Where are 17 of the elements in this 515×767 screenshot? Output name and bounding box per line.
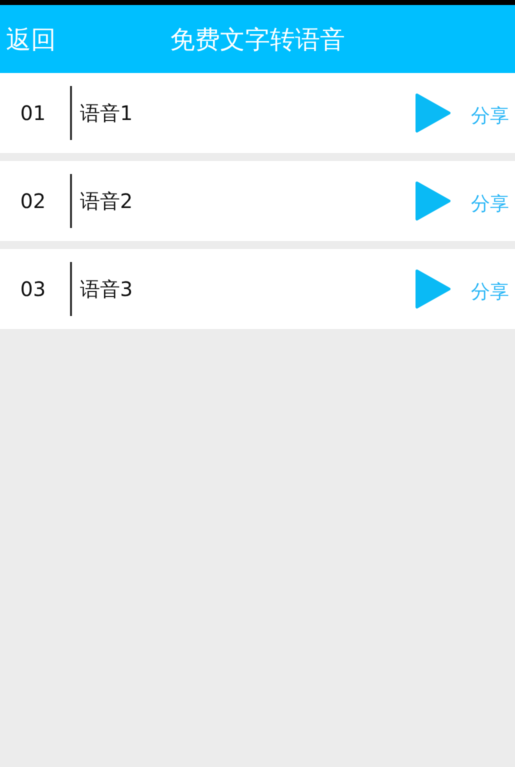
share-link[interactable]: 分享 [471,103,515,129]
item-name: 语音2 [80,188,134,214]
item-number: 02 [19,189,47,213]
item-number: 01 [19,101,47,125]
page-title: 免费文字转语音 [170,24,345,54]
play-icon[interactable] [415,181,451,221]
back-button[interactable]: 返回 [6,22,56,56]
list-item[interactable]: 01 语音1 分享 [0,73,515,153]
play-icon[interactable] [415,93,451,133]
share-link[interactable]: 分享 [471,191,515,217]
list-item[interactable]: 02 语音2 分享 [0,161,515,241]
play-icon[interactable] [415,269,451,309]
share-link[interactable]: 分享 [471,279,515,305]
item-name: 语音1 [80,100,134,126]
list-item[interactable]: 03 语音3 分享 [0,249,515,329]
item-number: 03 [19,277,47,301]
item-name: 语音3 [80,276,134,302]
